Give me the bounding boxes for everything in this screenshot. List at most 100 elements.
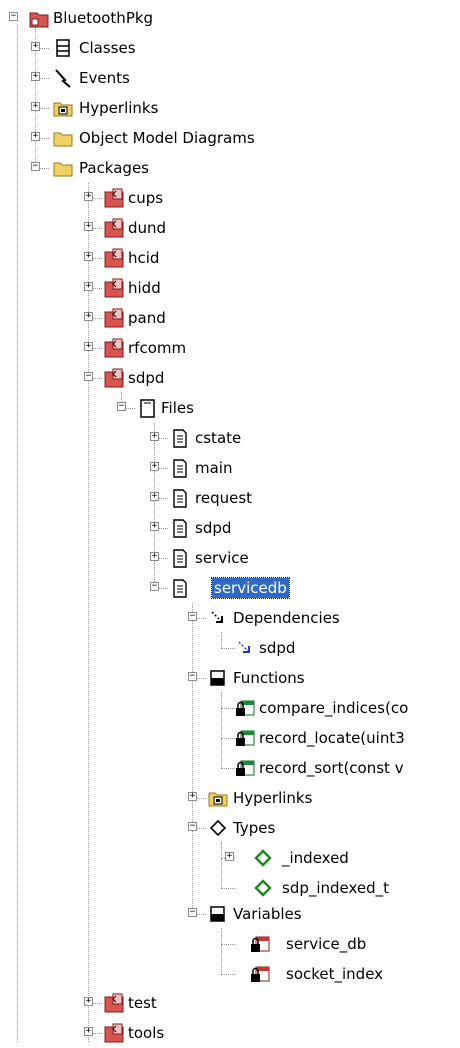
expand-toggle[interactable]: +: [150, 432, 159, 441]
tree-node-files[interactable]: − Files: [0, 393, 460, 423]
private-variable-icon: [250, 934, 270, 954]
tree-node-package[interactable]: + hcid: [0, 243, 460, 273]
package-icon: [104, 1023, 124, 1043]
expand-toggle[interactable]: +: [84, 1027, 93, 1036]
tree-node-variables[interactable]: − Variables: [0, 899, 460, 929]
tree-node-label: test: [128, 994, 157, 1012]
private-function-icon: [235, 728, 255, 748]
tree-node-file[interactable]: + request: [0, 483, 460, 513]
tree-node-package[interactable]: + cups: [0, 183, 460, 213]
tree-node-package[interactable]: + hidd: [0, 273, 460, 303]
tree-node-dependency[interactable]: sdpd: [0, 633, 460, 663]
tree-node-package[interactable]: + rfcomm: [0, 333, 460, 363]
tree-node-variable[interactable]: socket_index: [0, 959, 460, 989]
expand-toggle[interactable]: +: [84, 312, 93, 321]
type-icon: [253, 878, 273, 898]
package-icon: [104, 993, 124, 1013]
tree-node-package[interactable]: + dund: [0, 213, 460, 243]
hyperlink-folder-icon: [53, 98, 73, 118]
expand-toggle[interactable]: +: [31, 102, 40, 111]
types-icon: [208, 818, 228, 838]
tree-node-hyperlinks[interactable]: + Hyperlinks: [0, 783, 460, 813]
expand-toggle[interactable]: +: [84, 997, 93, 1006]
collapse-toggle[interactable]: −: [188, 908, 197, 917]
expand-toggle[interactable]: +: [84, 222, 93, 231]
expand-toggle[interactable]: +: [31, 42, 40, 51]
tree-node-types[interactable]: − Types: [0, 813, 460, 843]
collapse-toggle[interactable]: −: [188, 612, 197, 621]
tree-node-label: service_db: [286, 935, 367, 953]
collapse-toggle[interactable]: −: [84, 372, 93, 381]
collapse-toggle[interactable]: −: [9, 12, 18, 21]
tree-node-package[interactable]: + pand: [0, 303, 460, 333]
class-icon: [53, 38, 73, 58]
expand-toggle[interactable]: +: [84, 282, 93, 291]
file-icon: [170, 548, 190, 568]
collapse-toggle[interactable]: −: [188, 822, 197, 831]
tree-node-label: record_locate(uint3: [259, 729, 405, 747]
expand-toggle[interactable]: +: [188, 792, 197, 801]
tree-node-file-selected[interactable]: − servicedb: [0, 573, 460, 603]
files-folder-icon: [137, 398, 157, 418]
expand-toggle[interactable]: +: [84, 192, 93, 201]
tree-node-label: Files: [161, 399, 194, 417]
tree-node-label: cups: [128, 189, 164, 207]
tree-node-events[interactable]: + Events: [0, 63, 460, 93]
dependency-link-icon: [235, 638, 255, 658]
tree-node-hyperlinks[interactable]: + Hyperlinks: [0, 93, 460, 123]
tree-node-function[interactable]: record_sort(const v: [0, 753, 460, 783]
model-browser: { "tree": { "root": "BluetoothPkg", "cla…: [0, 0, 460, 1043]
tree-node-variable[interactable]: service_db: [0, 929, 460, 959]
expand-toggle[interactable]: +: [150, 552, 159, 561]
tree-node-package[interactable]: + tools: [0, 1018, 460, 1048]
tree-node-label: Hyperlinks: [79, 99, 159, 117]
folder-icon: [53, 128, 73, 148]
package-icon: [104, 338, 124, 358]
collapse-toggle[interactable]: −: [150, 582, 159, 591]
file-icon: [170, 518, 190, 538]
tree-node-label: compare_indices(co: [259, 699, 409, 717]
tree-node-root[interactable]: − BluetoothPkg: [0, 3, 460, 33]
tree-node-label: cstate: [195, 429, 242, 447]
tree-node-label: sdpd: [259, 639, 296, 657]
tree-node-label: socket_index: [286, 965, 384, 983]
collapse-toggle[interactable]: −: [31, 162, 40, 171]
tree-node-classes[interactable]: + Classes: [0, 33, 460, 63]
tree-node-file[interactable]: + cstate: [0, 423, 460, 453]
expand-toggle[interactable]: +: [150, 492, 159, 501]
tree-node-label: hidd: [128, 279, 161, 297]
expand-toggle[interactable]: +: [225, 852, 234, 861]
tree-node-dependencies[interactable]: − Dependencies: [0, 603, 460, 633]
expand-toggle[interactable]: +: [150, 462, 159, 471]
tree-node-package[interactable]: + test: [0, 988, 460, 1018]
tree-node-label: Events: [79, 69, 130, 87]
expand-toggle[interactable]: +: [31, 132, 40, 141]
dependency-icon: [208, 608, 228, 628]
event-icon: [53, 68, 73, 88]
tree-node-type[interactable]: + _indexed: [0, 843, 460, 873]
tree-node-label: service: [195, 549, 249, 567]
tree-node-function[interactable]: compare_indices(co: [0, 693, 460, 723]
collapse-toggle[interactable]: −: [117, 402, 126, 411]
file-icon: [170, 488, 190, 508]
tree-node-label: tools: [128, 1024, 165, 1042]
tree-node-file[interactable]: + main: [0, 453, 460, 483]
expand-toggle[interactable]: +: [31, 72, 40, 81]
tree-node-file[interactable]: + sdpd: [0, 513, 460, 543]
tree-node-label: Variables: [233, 905, 302, 923]
tree-node-packages[interactable]: − Packages: [0, 153, 460, 183]
expand-toggle[interactable]: +: [84, 252, 93, 261]
expand-toggle[interactable]: +: [150, 522, 159, 531]
tree-node-label: sdp_indexed_t: [282, 879, 390, 897]
functions-icon: [208, 668, 228, 688]
tree-node-object-model-diagrams[interactable]: + Object Model Diagrams: [0, 123, 460, 153]
tree-node-label: sdpd: [128, 369, 165, 387]
collapse-toggle[interactable]: −: [188, 672, 197, 681]
tree-node-label: pand: [128, 309, 166, 327]
type-icon: [253, 848, 273, 868]
tree-node-file[interactable]: + service: [0, 543, 460, 573]
expand-toggle[interactable]: +: [84, 342, 93, 351]
tree-node-function[interactable]: record_locate(uint3: [0, 723, 460, 753]
tree-node-functions[interactable]: − Functions: [0, 663, 460, 693]
tree-node-package-sdpd[interactable]: − sdpd: [0, 363, 460, 393]
